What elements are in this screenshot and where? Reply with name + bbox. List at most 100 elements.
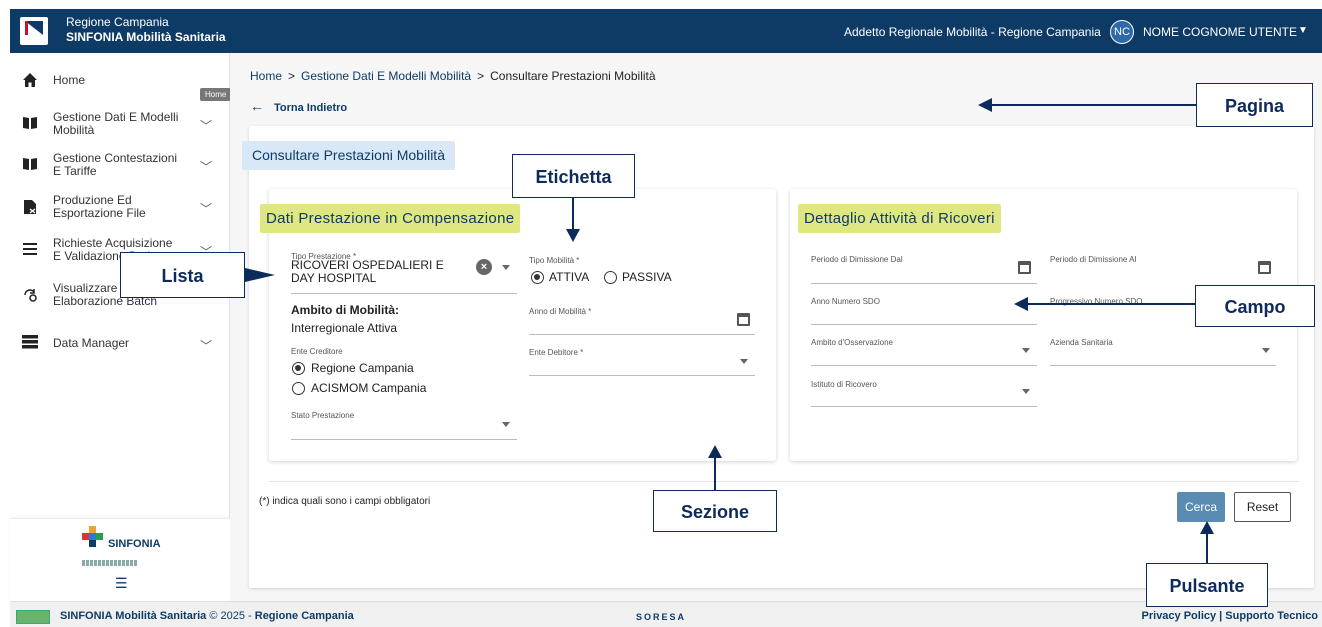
page-card: Consultare Prestazioni Mobilità Dati Pre… [242,126,1314,588]
annotation-line [714,458,716,490]
dimissione-dal-input[interactable] [811,283,1037,284]
chevron-down-icon: ﹀ [200,160,213,174]
dropdown-caret-icon[interactable] [1262,348,1270,353]
anno-mobilita-input[interactable] [529,334,755,335]
field-label: Periodo di Dimissione Dal [811,255,903,264]
calendar-icon[interactable] [1018,261,1031,274]
footer-links[interactable]: Privacy Policy | Supporto Tecnico [1142,610,1318,622]
chevron-down-icon: ﹀ [200,202,213,216]
field-label: Periodo di Dimissione Al [1050,255,1137,264]
avatar[interactable]: NC [1110,20,1134,44]
search-button[interactable]: Cerca [1177,492,1225,522]
dropdown-caret-icon[interactable] [502,265,510,270]
field-label: Ente Debitore * [529,348,584,357]
required-note: (*) indica quali sono i campi obbligator… [259,496,431,507]
sidebar-item-label: Data Manager [53,336,130,350]
annotation-etichetta: Etichetta [512,154,635,198]
footer-logo-icon [16,610,50,624]
region-logo-icon[interactable] [20,17,48,45]
dropdown-caret-icon[interactable] [1022,389,1030,394]
annotation-line [1206,533,1208,563]
stato-prestazione-select[interactable] [291,439,517,440]
radio-passiva[interactable] [604,271,617,284]
dropdown-caret-icon[interactable] [502,422,510,427]
dropdown-caret-icon[interactable] [740,359,748,364]
dropdown-caret-icon[interactable] [1022,348,1030,353]
annotation-campo: Campo [1195,285,1315,327]
footer-copyright: SINFONIA Mobilità Sanitaria © 2025 - Reg… [60,610,354,622]
list-icon [22,242,38,258]
back-link[interactable]: ← Torna Indietro [250,98,347,114]
annotation-lista: Lista [120,252,245,298]
brand-name: SINFONIA [108,538,161,550]
anno-sdo-input[interactable] [811,324,1037,325]
clear-icon[interactable]: × [476,259,492,275]
field-label: Tipo Mobilità * [529,256,580,265]
annotation-line [1026,303,1195,305]
soresa-logo: SORESA [636,612,687,622]
radio-label: ACISMOM Campania [311,381,427,395]
sidebar-item-contestazioni[interactable]: Gestione Contestazioni E Tariffe ﹀ [10,151,230,179]
field-label: Ambito d'Osservazione [811,338,894,347]
tooltip-home: Home [200,88,232,101]
sidebar-item-home[interactable]: Home [10,70,230,90]
radio-label: PASSIVA [622,270,672,284]
ente-debitore-select[interactable] [529,375,755,376]
user-role: Addetto Regionale Mobilità - Regione Cam… [844,25,1101,39]
radio-attiva[interactable] [531,271,544,284]
field-label: Anno di Mobilità * [529,307,592,316]
field-label: Istituto di Ricovero [811,380,877,389]
calendar-icon[interactable] [737,313,750,326]
collapse-menu-icon[interactable]: ☰ [115,575,128,592]
tipo-prestazione-select[interactable]: RICOVERI OSPEDALIERI E DAY HOSPITAL [291,259,461,285]
arrow-left-icon [1014,297,1028,311]
breadcrumb-home[interactable]: Home [250,69,282,83]
app-title: Regione Campania SINFONIA Mobilità Sanit… [66,15,226,45]
back-label: Torna Indietro [274,102,348,114]
annotation-line [572,198,574,230]
app-name: SINFONIA Mobilità Sanitaria [66,30,226,44]
annotation-pulsante: Pulsante [1146,563,1268,607]
istituto-ricovero-select[interactable] [811,406,1037,407]
calendar-icon[interactable] [1258,261,1271,274]
field-label: Ente Creditore [291,347,343,356]
radio-label: ATTIVA [549,270,590,284]
breadcrumb-gestione-dati[interactable]: Gestione Dati E Modelli Mobilità [301,69,471,83]
breadcrumb-separator: > [288,69,296,83]
annotation-sezione: Sezione [653,490,777,532]
chevron-down-icon: ﹀ [200,339,213,353]
sidebar-item-produzione[interactable]: Produzione Ed Esportazione File ﹀ [10,193,230,221]
org-name: Regione Campania [66,15,169,29]
database-icon [22,335,38,351]
ambito-osservazione-select[interactable] [811,365,1037,366]
book-icon [22,116,38,132]
radio-label: Regione Campania [311,361,414,375]
sidebar-item-label: Home [53,73,86,87]
section-title: Dettaglio Attività di Ricoveri [798,204,1001,233]
arrow-left-icon: ← [250,98,264,114]
footer-app: SINFONIA Mobilità Sanitaria [60,610,207,622]
home-icon [22,72,38,88]
azienda-sanitaria-select[interactable] [1050,365,1276,366]
sinfonia-logo-icon [82,526,104,548]
user-name[interactable]: NOME COGNOME UTENTE [1143,25,1297,39]
reset-button[interactable]: Reset [1234,492,1291,522]
footer-copy: © 2025 - [206,610,255,622]
sidebar-item-label: Produzione Ed Esportazione File [53,193,146,220]
chevron-down-icon: ﹀ [200,119,213,133]
arrow-down-icon [566,229,580,242]
sidebar-item-data-manager[interactable]: Data Manager ﹀ [10,333,230,353]
footer-org[interactable]: Regione Campania [255,610,354,622]
section-title: Dati Prestazione in Compensazione [260,204,521,233]
radio-acismom-campania[interactable] [292,382,305,395]
sidebar-item-label: Gestione Dati E Modelli Mobilità [53,110,179,137]
sidebar-item-gestione-dati[interactable]: Gestione Dati E Modelli Mobilità ﹀ [10,110,230,138]
annotation-line [990,104,1196,106]
annotation-pagina: Pagina [1196,83,1313,127]
file-export-icon [22,199,38,215]
footer: SINFONIA Mobilità Sanitaria © 2025 - Reg… [10,601,1322,627]
sidebar-item-label: Gestione Contestazioni E Tariffe [53,151,178,178]
breadcrumb-separator: > [477,69,485,83]
user-menu-caret-icon[interactable]: ▼ [1298,25,1308,36]
radio-regione-campania[interactable] [292,362,305,375]
